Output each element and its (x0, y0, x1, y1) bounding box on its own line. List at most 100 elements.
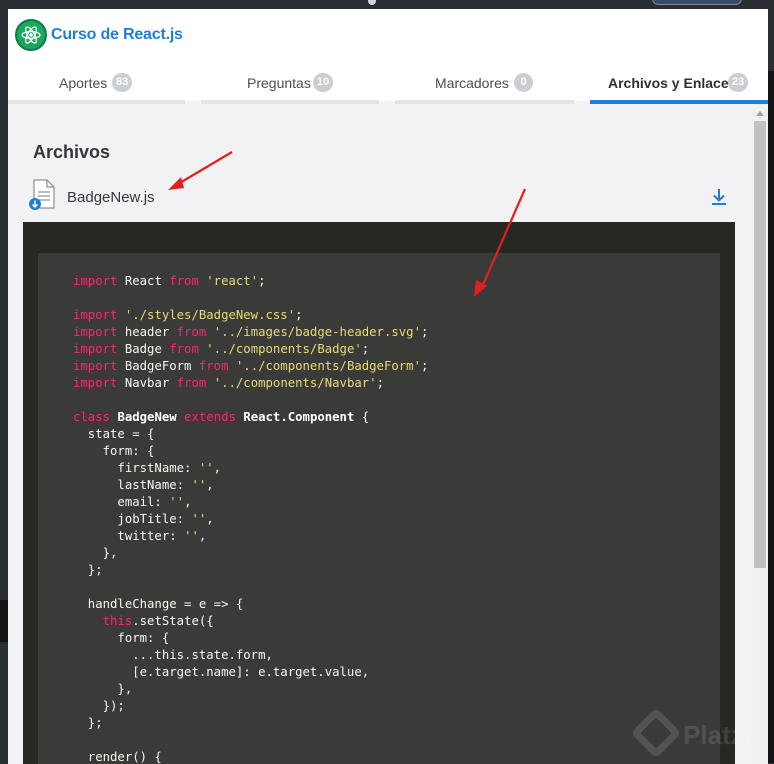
code-token: BadgeForm (117, 359, 199, 373)
code-token: '../components/Badge' (206, 342, 362, 356)
code-line: render() { (73, 749, 162, 764)
code-line: }; (73, 715, 103, 732)
code-token: , (198, 529, 207, 543)
code-token: , (206, 478, 214, 492)
tab-marcadores[interactable]: Marcadores 0 (395, 69, 574, 105)
scrollbar-thumb[interactable] (754, 121, 766, 568)
code-token: '' (198, 461, 214, 475)
code-token: '../components/Navbar' (213, 376, 377, 390)
code-line: state = { (73, 426, 155, 443)
platzi-watermark: Platzi (630, 707, 774, 764)
course-title[interactable]: Curso de React.js (51, 26, 183, 44)
watermark-text: Platzi (683, 720, 751, 750)
code-token: lastName: (73, 478, 192, 492)
code-token: import (73, 325, 118, 339)
code-token: from (176, 376, 207, 390)
tab-underline (395, 100, 574, 104)
tab-preguntas[interactable]: Preguntas 10 (201, 69, 379, 105)
code-token: ; (361, 342, 370, 356)
code-preview: import React from 'react'; import './styl… (23, 222, 735, 764)
tab-aportes[interactable]: Aportes 83 (8, 69, 185, 105)
code-token: render() { (73, 750, 162, 764)
right-edge-band (768, 71, 774, 763)
tab-label: Marcadores (435, 75, 509, 91)
code-line: form: { (73, 630, 169, 647)
tab-count-badge: 0 (514, 73, 533, 92)
code-line: import BadgeForm from '../components/Bad… (73, 358, 428, 375)
code-token: }, (73, 682, 133, 696)
file-name-link[interactable]: BadgeNew.js (67, 189, 155, 206)
code-token: import (73, 376, 118, 390)
code-token: 'react' (206, 274, 259, 288)
tab-underline (8, 100, 185, 104)
code-line: [e.target.name]: e.target.value, (73, 664, 369, 681)
browser-pill-button[interactable] (652, 0, 742, 5)
scrollbar[interactable] (752, 107, 768, 764)
code-line: lastName: '', (73, 477, 214, 494)
download-icon[interactable] (708, 186, 730, 208)
platzi-logo-icon (630, 707, 682, 759)
code-token: twitter: (73, 529, 185, 543)
tab-count-badge: 83 (112, 73, 133, 92)
code-token: email: (73, 495, 170, 509)
tab-label: Preguntas (247, 75, 311, 91)
tab-archivos-y-enlaces[interactable]: Archivos y Enlaces 23 (590, 69, 768, 105)
code-line: }, (73, 681, 132, 698)
code-token: this (102, 614, 133, 628)
code-line: import Navbar from '../components/Navbar… (73, 375, 384, 392)
code-token: React.Component (243, 410, 355, 424)
code-line: form: { (73, 443, 155, 460)
code-token: .setState({ (132, 614, 214, 628)
code-token: from (169, 342, 199, 356)
code-token: '../images/badge-header.svg' (213, 325, 421, 339)
code-token: from (198, 359, 229, 373)
code-token: }; (73, 563, 103, 577)
code-token: '' (169, 495, 185, 509)
code-token: Badge (117, 342, 170, 356)
code-token: ; (258, 274, 266, 288)
tab-underline (590, 100, 768, 104)
code-token: extends (184, 410, 236, 424)
code-token: }); (73, 699, 125, 713)
code-token: '../components/BadgeForm' (235, 359, 421, 373)
left-window-edge (0, 9, 8, 764)
code-token: jobTitle: (73, 512, 192, 526)
code-token: header (117, 325, 177, 339)
code-line: email: '', (73, 494, 191, 511)
tab-label: Archivos y Enlaces (608, 75, 737, 91)
code-token: , (184, 495, 192, 509)
code-block: import React from 'react'; import './styl… (38, 253, 720, 764)
code-line: import React from 'react'; (73, 273, 266, 290)
tab-count-badge: 10 (313, 73, 334, 92)
code-token: '' (191, 478, 207, 492)
code-token: import (73, 308, 118, 322)
code-token: ; (420, 325, 429, 339)
browser-indicator-icon (368, 0, 376, 5)
code-token: ; (295, 308, 303, 322)
code-token: '' (191, 512, 207, 526)
scroll-up-icon[interactable] (756, 111, 764, 116)
code-token: { (354, 410, 370, 424)
code-line: import Badge from '../components/Badge'; (73, 341, 369, 358)
code-token: }; (73, 716, 103, 730)
code-token: import (73, 274, 118, 288)
code-token: from (176, 325, 207, 339)
code-token: class (73, 410, 111, 424)
course-resources-panel: Curso de React.js Aportes 83 Preguntas 1… (8, 9, 768, 764)
code-line: this.setState({ (73, 613, 214, 630)
code-token: BadgeNew (117, 410, 177, 424)
code-token: firstName: (73, 461, 199, 475)
code-line: import './styles/BadgeNew.css'; (73, 307, 303, 324)
js-file-icon[interactable] (29, 179, 57, 211)
code-token: ; (376, 376, 384, 390)
code-line: jobTitle: '', (73, 511, 213, 528)
code-token: state = { (73, 427, 155, 441)
code-token: form: { (73, 444, 155, 458)
code-line: class BadgeNew extends React.Component { (73, 409, 369, 426)
react-atom-icon[interactable] (15, 19, 47, 51)
